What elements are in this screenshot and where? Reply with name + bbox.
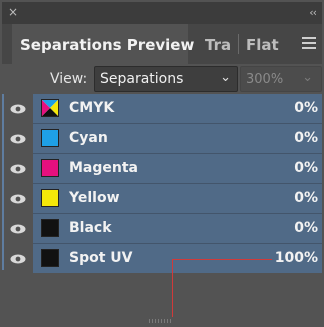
separation-row-cmyk[interactable]: CMYK 0%	[4, 94, 322, 123]
tab-flattener[interactable]: Flat	[246, 36, 279, 54]
separation-row-body[interactable]: Yellow 0%	[33, 184, 322, 213]
color-swatch	[41, 219, 59, 237]
color-swatch	[41, 249, 59, 267]
eye-icon[interactable]	[4, 184, 32, 213]
eye-icon[interactable]	[4, 154, 32, 183]
view-label: View:	[50, 71, 88, 87]
chevron-down-icon: ⌄	[220, 70, 231, 85]
separation-percent: 0%	[294, 160, 318, 176]
eye-icon[interactable]	[4, 214, 32, 243]
tab-trap[interactable]: Tra	[205, 36, 231, 54]
color-swatch	[41, 189, 59, 207]
tab-divider	[238, 34, 239, 54]
separation-row-body[interactable]: Magenta 0%	[33, 154, 322, 183]
tab-separations-preview-label: Separations Preview	[20, 36, 195, 54]
zoom-dropdown-value: 300%	[246, 72, 284, 87]
panel-menu-icon[interactable]	[302, 37, 316, 49]
separation-name: Black	[69, 220, 112, 236]
zoom-dropdown[interactable]: 300% ⌄	[240, 66, 322, 92]
separation-percent: 0%	[294, 130, 318, 146]
panel-tab-bar: Separations Preview Tra Flat	[2, 24, 322, 64]
separation-row-body[interactable]: Cyan 0%	[33, 124, 322, 153]
cmyk-icon	[41, 99, 59, 117]
separation-name: Magenta	[69, 160, 139, 176]
tab-separations-preview[interactable]: Separations Preview	[12, 24, 194, 64]
collapse-panel-icon[interactable]: ‹‹	[309, 6, 317, 19]
separations-panel: × ‹‹ Separations Preview Tra Flat View: …	[2, 2, 322, 323]
separation-row-magenta[interactable]: Magenta 0%	[4, 154, 322, 183]
separation-percent: 0%	[294, 190, 318, 206]
eye-icon[interactable]	[4, 94, 32, 123]
color-swatch	[41, 129, 59, 147]
eye-icon[interactable]	[4, 124, 32, 153]
separation-percent: 100%	[274, 250, 318, 266]
view-row: View: Separations ⌄ 300% ⌄	[2, 64, 322, 94]
separation-percent: 0%	[294, 220, 318, 236]
color-swatch	[41, 159, 59, 177]
eye-icon[interactable]	[4, 244, 32, 273]
view-dropdown[interactable]: Separations ⌄	[94, 66, 238, 92]
separation-name: CMYK	[69, 100, 115, 116]
separation-row-cyan[interactable]: Cyan 0%	[4, 124, 322, 153]
separation-row-yellow[interactable]: Yellow 0%	[4, 184, 322, 213]
separation-name: Yellow	[69, 190, 120, 206]
separation-row-black[interactable]: Black 0%	[4, 214, 322, 243]
panel-titlebar: × ‹‹	[2, 2, 322, 24]
chevron-down-icon: ⌄	[302, 70, 313, 85]
separation-name: Spot UV	[69, 250, 133, 266]
separation-percent: 0%	[294, 100, 318, 116]
annotation-line-horizontal	[172, 259, 272, 260]
separation-row-body[interactable]: CMYK 0%	[33, 94, 322, 123]
separation-row-spot-uv[interactable]: Spot UV 100%	[4, 244, 322, 273]
resize-grip-icon[interactable]	[149, 308, 175, 323]
close-icon[interactable]: ×	[8, 5, 18, 19]
separations-list: CMYK 0% Cyan 0% Magenta 0% Yellow 0% Bla…	[2, 94, 322, 273]
view-dropdown-value: Separations	[100, 71, 184, 87]
separation-name: Cyan	[69, 130, 108, 146]
separation-row-body[interactable]: Black 0%	[33, 214, 322, 243]
